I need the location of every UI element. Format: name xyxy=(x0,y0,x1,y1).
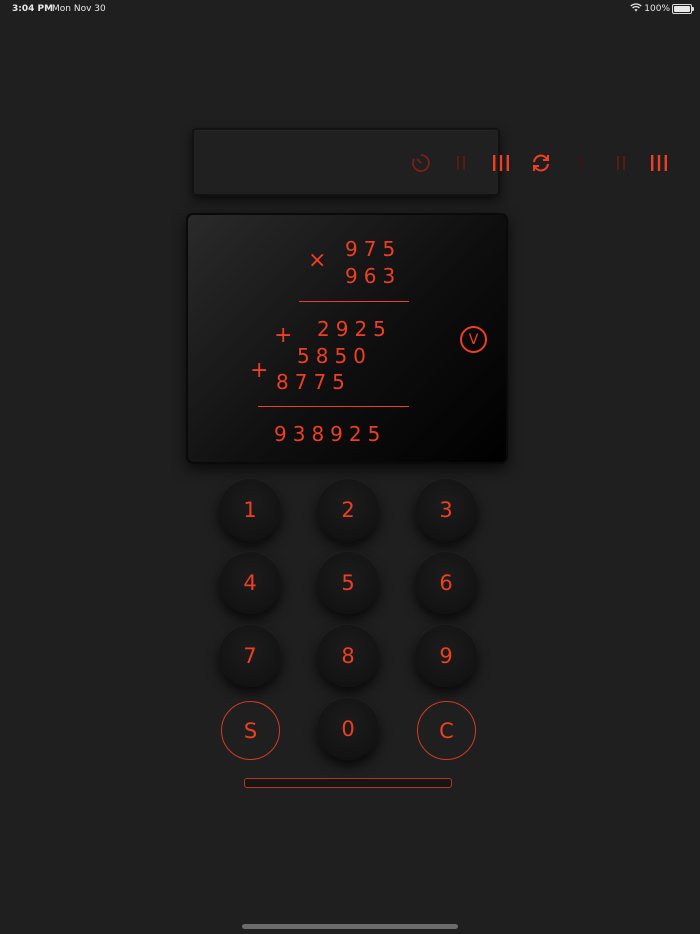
plus-operator: + xyxy=(250,358,269,383)
multiply-operator: × xyxy=(308,248,327,273)
partial-product-1: 2925 xyxy=(317,317,392,341)
verify-badge[interactable]: V xyxy=(460,326,487,353)
key-s[interactable]: S xyxy=(221,701,280,760)
status-bar: 3:04 PM Mon Nov 30 100% xyxy=(0,0,700,18)
key-5[interactable]: 5 xyxy=(317,552,379,614)
calculation-display: × 975 963 + 2925 5850 + 8775 938925 V xyxy=(186,213,508,464)
key-3[interactable]: 3 xyxy=(415,479,477,541)
triple-bar-icon[interactable] xyxy=(486,150,516,176)
key-8[interactable]: 8 xyxy=(317,625,379,687)
refresh-icon[interactable] xyxy=(526,150,556,176)
key-7[interactable]: 7 xyxy=(219,625,281,687)
key-9[interactable]: 9 xyxy=(415,625,477,687)
progress-bar xyxy=(244,778,452,788)
result: 938925 xyxy=(274,422,387,446)
divider-line xyxy=(299,301,409,302)
plus-operator: + xyxy=(274,323,293,348)
key-0[interactable]: 0 xyxy=(317,698,379,760)
toolbar xyxy=(192,128,667,196)
single-bar-icon[interactable] xyxy=(566,150,596,176)
wifi-icon xyxy=(630,3,642,15)
key-6[interactable]: 6 xyxy=(415,552,477,614)
key-1[interactable]: 1 xyxy=(219,479,281,541)
multiplicand: 975 xyxy=(345,237,402,261)
status-time: 3:04 PM xyxy=(12,4,54,14)
key-4[interactable]: 4 xyxy=(219,552,281,614)
key-c[interactable]: C xyxy=(417,701,476,760)
divider-line xyxy=(258,406,409,407)
battery-icon xyxy=(672,4,694,14)
partial-product-3: 8775 xyxy=(276,370,351,394)
status-date: Mon Nov 30 xyxy=(52,4,106,14)
key-2[interactable]: 2 xyxy=(317,479,379,541)
timer-icon[interactable] xyxy=(406,150,436,176)
double-bar-icon[interactable] xyxy=(446,150,476,176)
multiplier: 963 xyxy=(345,264,402,288)
home-indicator[interactable] xyxy=(242,924,458,929)
battery-percentage: 100% xyxy=(644,4,670,14)
verify-label: V xyxy=(468,331,479,348)
double-bar-icon[interactable] xyxy=(606,150,636,176)
partial-product-2: 5850 xyxy=(297,344,372,368)
triple-bar-icon[interactable] xyxy=(644,150,674,176)
